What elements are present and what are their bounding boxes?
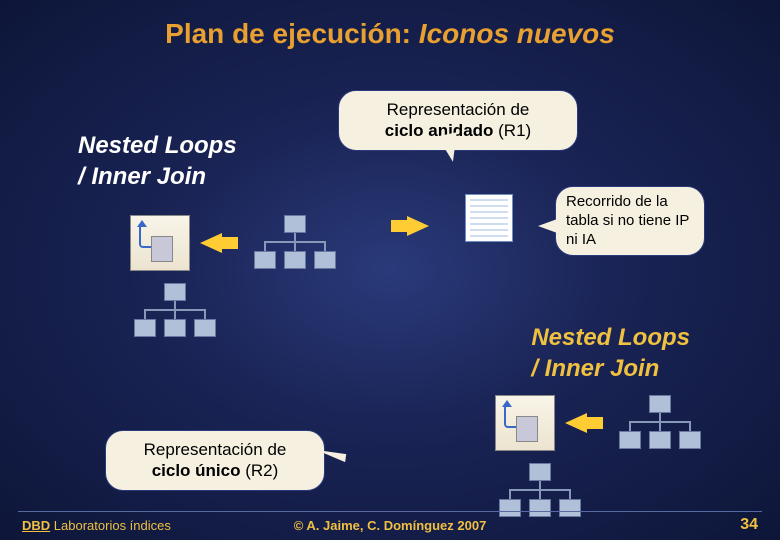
nested-loops-icon xyxy=(130,215,190,271)
tree-plan-icon xyxy=(615,395,705,451)
callout-scan: Recorrido de la tabla si no tiene IP ni … xyxy=(555,186,705,256)
flow-arrow-icon xyxy=(565,413,587,433)
callout-r2: Representación de ciclo único (R2) xyxy=(105,430,325,491)
footer-link: DBD xyxy=(22,518,50,533)
icon-group-top-left xyxy=(130,215,190,276)
tree-plan-icon xyxy=(130,283,220,339)
nested-loops-icon xyxy=(495,395,555,451)
footer-copyright: © A. Jaime, C. Domínguez 2007 xyxy=(294,518,487,533)
footer-divider xyxy=(18,511,762,512)
title-emphasis: Iconos nuevos xyxy=(419,18,615,49)
icon-group-bottom-right xyxy=(495,395,555,456)
footer-subject: Laboratorios índices xyxy=(54,518,171,533)
slide-footer: DBD Laboratorios índices © A. Jaime, C. … xyxy=(0,516,780,534)
page-number: 34 xyxy=(740,516,758,534)
callout-r2-tail xyxy=(314,450,346,474)
slide-title: Plan de ejecución: Iconos nuevos xyxy=(0,0,780,50)
flow-arrow-icon xyxy=(407,216,429,236)
callout-scan-tail xyxy=(538,218,560,234)
tree-plan-icon xyxy=(250,215,340,271)
table-scan-icon xyxy=(465,194,513,242)
nested-loops-label-top: Nested Loops / Inner Join xyxy=(78,130,237,192)
title-prefix: Plan de ejecución: xyxy=(165,18,419,49)
flow-arrow-icon xyxy=(200,233,222,253)
nested-loops-label-bottom: Nested Loops / Inner Join xyxy=(531,322,690,384)
